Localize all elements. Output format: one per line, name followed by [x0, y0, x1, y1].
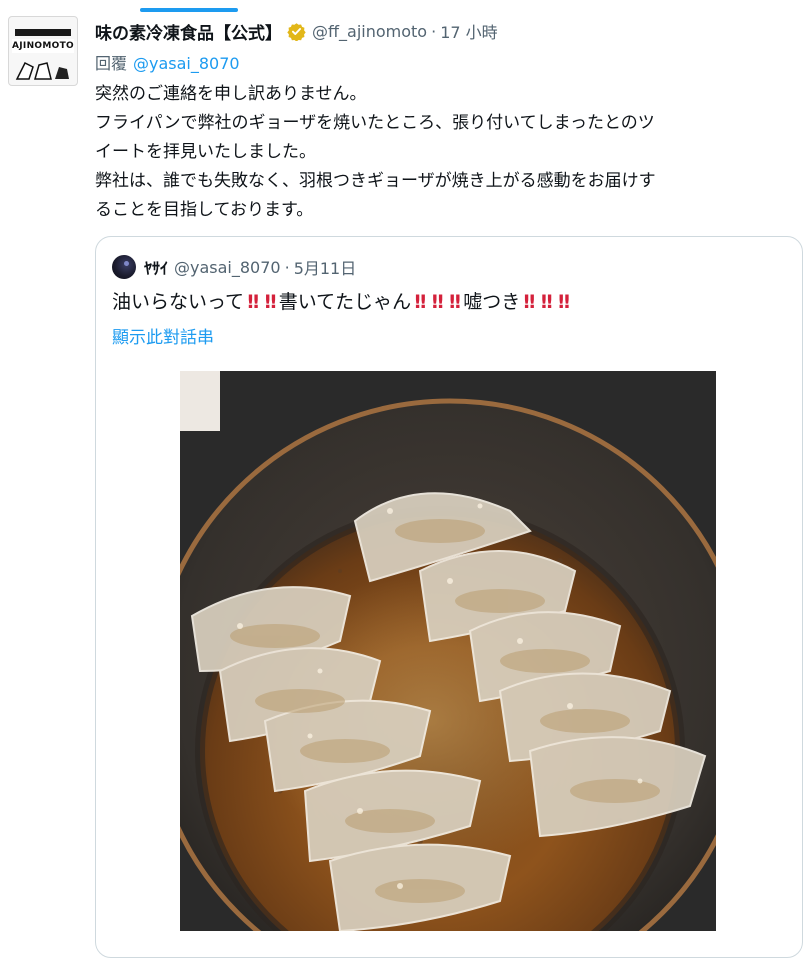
tweet-line: 弊社は、誰でも失敗なく、羽根つきギョーザが焼き上がる感動をお届けす — [95, 171, 656, 191]
double-exclamation-icon: !! — [522, 291, 536, 313]
separator-dot: · — [431, 21, 437, 41]
quoted-tweet-card[interactable]: ﾔｻｲ @yasai_8070 · 5月11日 油いらないって!!!! 書いてたじ… — [95, 236, 803, 958]
avatar-brand-text: AJINOMOTO — [12, 39, 74, 53]
double-exclamation-icon: !! — [447, 291, 462, 313]
quoted-text-part: 油いらないって — [112, 291, 245, 313]
gyoza-pan-image — [180, 371, 716, 931]
reply-mention-link[interactable]: @yasai_8070 — [133, 54, 240, 73]
separator-dot: · — [284, 257, 290, 277]
tweet-header: 味の素冷凍食品【公式】 @ff_ajinomoto · 17 小時 — [95, 18, 498, 44]
avatar-band — [15, 29, 71, 36]
double-exclamation-icon: !! — [556, 291, 571, 313]
double-exclamation-icon: !! — [246, 291, 260, 313]
double-exclamation-icon: !! — [413, 291, 427, 313]
avatar-hands-illustration — [15, 61, 69, 80]
gyoza-pan-photo[interactable] — [180, 371, 716, 931]
display-name[interactable]: 味の素冷凍食品【公式】 — [95, 19, 282, 44]
verified-badge-icon — [287, 22, 306, 41]
tweet-line: 突然のご連絡を申し訳ありません。 — [95, 84, 367, 104]
quoted-tweet-date[interactable]: 5月11日 — [294, 255, 357, 279]
quoted-user-handle[interactable]: @yasai_8070 — [174, 258, 281, 277]
quoted-text-part: 書いてたじゃん — [278, 291, 412, 313]
tab-indicator — [140, 8, 238, 12]
quoted-display-name[interactable]: ﾔｻｲ — [144, 255, 168, 279]
quoted-text-part: 嘘つき — [463, 291, 521, 313]
reply-context: 回覆 @yasai_8070 — [95, 50, 240, 74]
double-exclamation-icon: !! — [263, 291, 277, 313]
tweet-timestamp[interactable]: 17 小時 — [440, 19, 497, 43]
double-exclamation-icon: !! — [539, 291, 554, 313]
double-exclamation-icon: !! — [430, 291, 445, 313]
tweet-line: ることを目指しております。 — [95, 200, 314, 220]
tweet-body: 突然のご連絡を申し訳ありません。 フライパンで弊社のギョーザを焼いたところ、張り… — [95, 80, 800, 225]
ajinomoto-avatar[interactable]: AJINOMOTO — [8, 16, 78, 86]
quoted-user-avatar[interactable] — [112, 255, 136, 279]
tweet-line: フライパンで弊社のギョーザを焼いたところ、張り付いてしまったとのツ — [95, 113, 655, 133]
tweet-line: イートを拝見いたしました。 — [95, 142, 316, 162]
quoted-tweet-header: ﾔｻｲ @yasai_8070 · 5月11日 — [112, 255, 356, 279]
user-handle[interactable]: @ff_ajinomoto — [312, 22, 427, 41]
show-thread-link[interactable]: 顯示此對話串 — [112, 323, 214, 348]
reply-prefix: 回覆 — [95, 54, 128, 73]
quoted-tweet-text: 油いらないって!!!! 書いてたじゃん!!!!!! 嘘つき!!!!!! — [112, 287, 572, 317]
